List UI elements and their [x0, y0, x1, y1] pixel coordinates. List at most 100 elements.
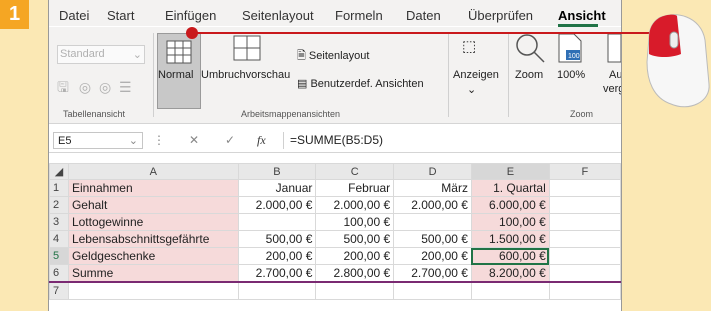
cell-d7[interactable] [393, 281, 472, 300]
cell-f2[interactable] [548, 196, 621, 214]
formula-input[interactable]: =SUMME(B5:D5) [283, 132, 617, 149]
zoom-selection-label-2: verg [603, 83, 621, 95]
custom-views-label: Benutzerdef. Ansichten [310, 78, 424, 90]
menu-daten[interactable]: Daten [406, 8, 441, 23]
cell-b2[interactable]: 2.000,00 € [237, 196, 317, 214]
menu-formeln[interactable]: Formeln [335, 8, 383, 23]
table-row: 2 Gehalt 2.000,00 € 2.000,00 € 2.000,00 … [49, 196, 621, 214]
cell-c6[interactable]: 2.800,00 € [315, 264, 395, 283]
cell-f5[interactable] [548, 247, 621, 265]
confirm-icon[interactable]: ✓ [225, 133, 235, 147]
cell-e3[interactable]: 100,00 € [470, 213, 550, 231]
select-all-corner[interactable]: ◢ [49, 163, 69, 180]
cell-a4[interactable]: Lebensabschnittsgefährte [67, 230, 239, 248]
zoom-selection-icon[interactable] [607, 33, 621, 63]
cell-b4[interactable]: 500,00 € [237, 230, 317, 248]
row-header[interactable]: 1 [49, 179, 69, 197]
row-header[interactable]: 3 [49, 213, 69, 231]
page-break-icon[interactable] [233, 35, 261, 61]
group-separator [153, 33, 154, 117]
cell-c4[interactable]: 500,00 € [315, 230, 395, 248]
menu-start[interactable]: Start [107, 8, 134, 23]
cell-e5-selected[interactable]: 600,00 € [470, 247, 550, 265]
cell-b5[interactable]: 200,00 € [237, 247, 317, 265]
cell-b1[interactable]: Januar [237, 179, 317, 197]
row-header[interactable]: 2 [49, 196, 69, 214]
zoom-magnifier-icon[interactable] [515, 33, 545, 63]
cell-f3[interactable] [548, 213, 621, 231]
options-view-icon[interactable]: ☰ [119, 79, 132, 95]
cell-d5[interactable]: 200,00 € [393, 247, 472, 265]
cell-d1[interactable]: März [393, 179, 472, 197]
group-separator [448, 33, 449, 117]
row-header[interactable]: 5 [49, 247, 69, 265]
more-dots-icon: ⋮ [153, 133, 165, 147]
menu-einfuegen[interactable]: Einfügen [165, 8, 216, 23]
custom-views-button[interactable]: ▤ Benutzerdef. Ansichten [297, 77, 424, 90]
cell-f1[interactable] [548, 179, 621, 197]
cell-e1[interactable]: 1. Quartal [470, 179, 550, 197]
column-header-f[interactable]: F [548, 163, 621, 180]
umbruch-label[interactable]: Umbruchvorschau [201, 69, 290, 81]
cell-a7[interactable] [67, 281, 239, 300]
zoom-selection-label[interactable]: Au [609, 69, 621, 81]
cell-c7[interactable] [315, 281, 395, 300]
cell-c1[interactable]: Februar [315, 179, 395, 197]
insert-function-icon[interactable]: fx [257, 133, 266, 148]
menu-seitenlayout[interactable]: Seitenlayout [242, 8, 314, 23]
cell-f6[interactable] [548, 264, 621, 283]
column-header-a[interactable]: A [67, 163, 239, 180]
zoom-button[interactable]: Zoom [515, 69, 543, 81]
cell-e6[interactable]: 8.200,00 € [470, 264, 550, 283]
cell-f7[interactable] [548, 281, 621, 300]
row-header[interactable]: 7 [49, 281, 69, 300]
table-row: 3 Lottogewinne 100,00 € 100,00 € [49, 213, 621, 231]
cell-a1[interactable]: Einnahmen [67, 179, 239, 197]
cell-a3[interactable]: Lottogewinne [67, 213, 239, 231]
column-header-d[interactable]: D [393, 163, 472, 180]
seitenlayout-button[interactable]: 🗎 Seitenlayout [297, 47, 369, 66]
cell-c2[interactable]: 2.000,00 € [315, 196, 395, 214]
step-badge: 1 [0, 0, 29, 29]
row-header[interactable]: 6 [49, 264, 69, 283]
cell-f4[interactable] [548, 230, 621, 248]
cell-a5[interactable]: Geldgeschenke [67, 247, 239, 265]
cell-a2[interactable]: Gehalt [67, 196, 239, 214]
group-label-arbeitsmappen: Arbeitsmappenansichten [241, 109, 341, 119]
menu-ueberpruefen[interactable]: Überprüfen [468, 8, 533, 23]
cell-c3[interactable]: 100,00 € [315, 213, 395, 231]
column-header-e[interactable]: E [470, 163, 550, 180]
menu-ansicht[interactable]: Ansicht [558, 8, 606, 23]
cell-b3[interactable] [237, 213, 317, 231]
cell-a6[interactable]: Summe [67, 264, 239, 283]
cell-d2[interactable]: 2.000,00 € [393, 196, 472, 214]
normal-grid-icon [166, 40, 192, 64]
column-header-c[interactable]: C [315, 163, 395, 180]
zoom-100-button[interactable]: 100% [557, 69, 585, 81]
cell-d6[interactable]: 2.700,00 € [393, 264, 472, 283]
exit-view-icon[interactable]: ◎ [79, 79, 91, 95]
cancel-icon[interactable]: ✕ [189, 133, 199, 147]
cell-b6[interactable]: 2.700,00 € [237, 264, 317, 283]
name-box[interactable]: E5 ⌄ [53, 132, 143, 149]
sheet-view-dropdown[interactable]: Standard ⌄ [57, 45, 145, 64]
chevron-down-icon: ⌄ [132, 49, 142, 61]
cell-b7[interactable] [237, 281, 317, 300]
cell-d4[interactable]: 500,00 € [393, 230, 472, 248]
cell-e2[interactable]: 6.000,00 € [470, 196, 550, 214]
save-view-icon[interactable]: 🖫 [57, 79, 69, 95]
spreadsheet-grid: ◢ A B C D E F 1 Einnahmen Januar Februar… [49, 163, 621, 300]
show-icon[interactable]: ⬚ [462, 37, 476, 55]
cell-d3[interactable] [393, 213, 472, 231]
column-header-b[interactable]: B [237, 163, 317, 180]
cell-c5[interactable]: 200,00 € [315, 247, 395, 265]
anzeigen-button[interactable]: Anzeigen [453, 69, 499, 81]
new-view-icon[interactable]: ◎ [99, 79, 111, 95]
cell-e7[interactable] [470, 281, 550, 300]
menu-datei[interactable]: Datei [59, 8, 89, 23]
excel-window: Datei Start Einfügen Seitenlayout Formel… [48, 0, 622, 311]
cell-e4[interactable]: 1.500,00 € [470, 230, 550, 248]
group-label-tabellenansicht: Tabellenansicht [63, 109, 126, 119]
page-layout-icon: 🗎 [297, 50, 306, 62]
row-header[interactable]: 4 [49, 230, 69, 248]
